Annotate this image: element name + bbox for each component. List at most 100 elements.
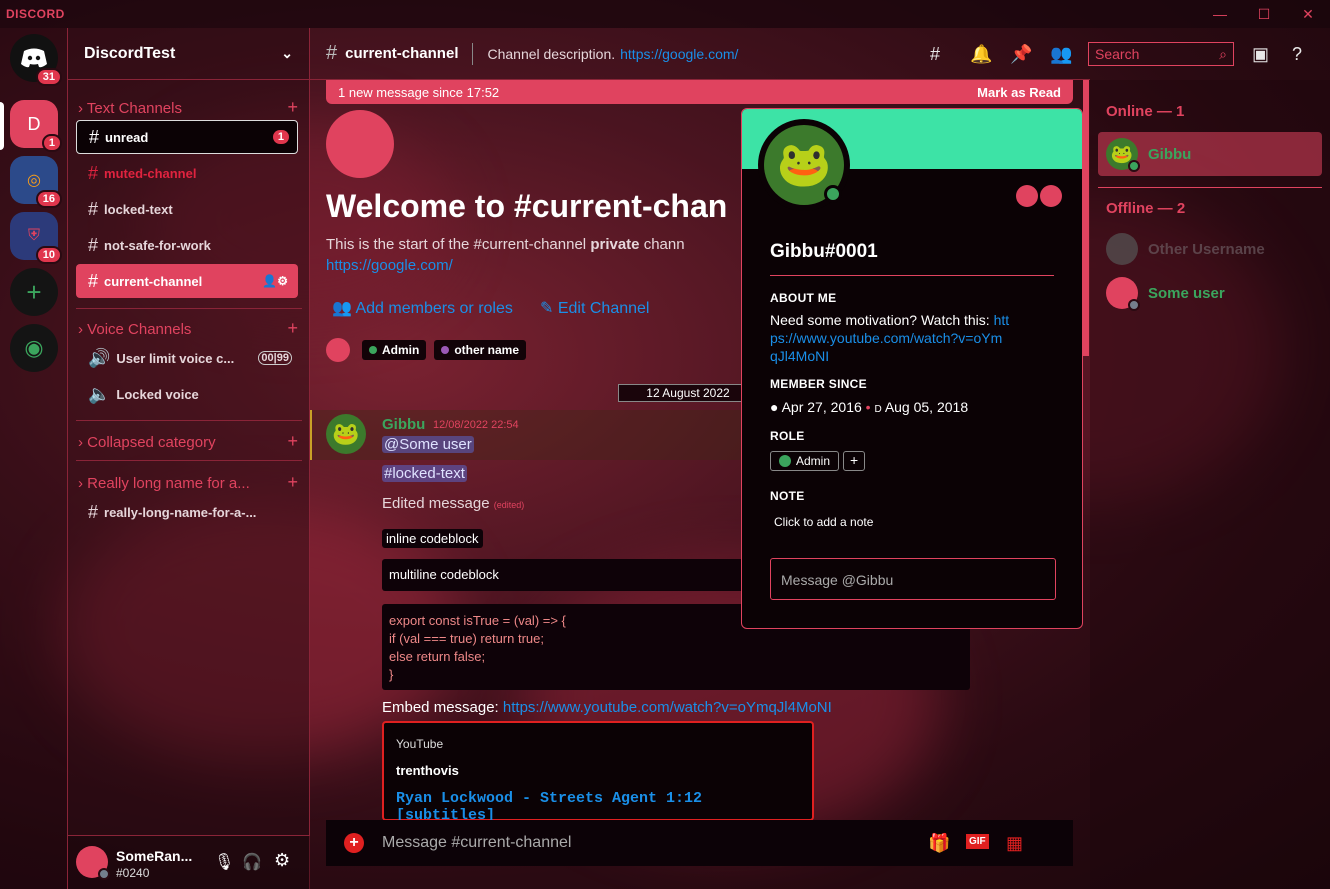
about-text: Need some motivation? Watch this: https:…	[770, 312, 1010, 364]
gift-icon[interactable]: 🎁	[928, 833, 950, 854]
home-button[interactable]: 31	[10, 34, 62, 86]
scrollbar[interactable]	[1083, 80, 1089, 356]
date-divider: 12 August 2022	[618, 384, 758, 402]
online-header: Online — 1	[1106, 103, 1185, 120]
embed-link[interactable]: https://www.youtube.com/watch?v=oYmqJl4M…	[503, 699, 832, 716]
avatar: 🐸	[1106, 138, 1140, 172]
member-gibbu[interactable]: 🐸 Gibbu	[1098, 132, 1322, 176]
channel-icon	[326, 110, 394, 178]
message-author[interactable]: Gibbu	[382, 416, 425, 433]
channel-locked-text[interactable]: # locked-text	[76, 192, 298, 226]
overwatch-icon: ◎	[27, 172, 41, 189]
add-role-button[interactable]: +	[843, 451, 866, 471]
welcome-link[interactable]: https://google.com/	[326, 257, 453, 274]
bell-icon[interactable]: 🔔	[970, 44, 992, 65]
new-messages-bar[interactable]: 1 new message since 17:52 Mark as Read	[326, 80, 1073, 104]
add-server-button[interactable]: +	[10, 268, 58, 316]
category-collapsed[interactable]: › Collapsed category +	[78, 432, 298, 451]
server-discordtest[interactable]: D 1	[10, 100, 62, 152]
inbox-icon[interactable]: ▣	[1252, 44, 1269, 65]
member-since: ● Apr 27, 2016 • D Aug 05, 2018	[770, 399, 969, 415]
edited-message: Edited message (edited)	[382, 495, 525, 512]
embed: YouTube trenthovis Ryan Lockwood - Stree…	[382, 721, 814, 824]
description-link[interactable]: https://google.com/	[620, 46, 738, 62]
voice-channel-limit[interactable]: 🔊 User limit voice c... 00|99	[76, 341, 298, 375]
roles-row: Admin other name	[326, 338, 534, 362]
discord-icon	[21, 48, 47, 68]
member-some-user[interactable]: Some user	[1098, 271, 1322, 315]
channel-name: current-channel	[345, 45, 459, 62]
badges	[1016, 185, 1062, 207]
message-composer[interactable]: + Message #current-channel 🎁 GIF ▦	[326, 820, 1073, 866]
discord-logo: DISCORD	[6, 7, 65, 21]
avatar[interactable]	[76, 846, 110, 880]
add-members-button[interactable]: 👥 Add members or roles	[332, 298, 513, 318]
role-title: ROLE	[770, 429, 805, 443]
channel-unread[interactable]: # unread 1	[76, 120, 298, 154]
edit-channel-button[interactable]: ✎ Edit Channel	[540, 298, 649, 318]
category-text[interactable]: › Text Channels +	[78, 98, 298, 117]
embed-message: Embed message: https://www.youtube.com/w…	[382, 699, 832, 716]
sticker-icon[interactable]: ▦	[1006, 833, 1023, 854]
mention-highlight	[310, 410, 742, 460]
minimize-icon[interactable]: —	[1210, 4, 1230, 24]
server-guild[interactable]: ⛨ 10	[10, 212, 62, 264]
member-other[interactable]: Other Username	[1098, 227, 1322, 271]
message-user-input[interactable]: Message @Gibbu	[770, 558, 1056, 600]
category-voice[interactable]: › Voice Channels +	[78, 319, 298, 338]
shield-icon: ⛨	[27, 227, 40, 244]
inline-code: inline codeblock	[382, 529, 483, 548]
help-icon[interactable]: ?	[1292, 44, 1302, 65]
channel-mention[interactable]: #locked-text	[382, 465, 467, 482]
avatar[interactable]: 🐸	[758, 119, 850, 211]
role-admin[interactable]: Admin	[770, 451, 840, 471]
headphones-icon[interactable]: 🎧	[242, 852, 262, 872]
channel-muted[interactable]: # muted-channel	[76, 156, 298, 190]
avatar	[1106, 233, 1138, 265]
member-since-title: MEMBER SINCE	[770, 377, 867, 391]
add-channel-icon[interactable]: +	[287, 98, 298, 117]
channel-nsfw[interactable]: # not-safe-for-work	[76, 228, 298, 262]
server-badge: 1	[41, 134, 62, 152]
add-channel-icon[interactable]: +	[287, 432, 298, 451]
channel-current[interactable]: # current-channel 👤⚙	[76, 264, 298, 298]
active-pill	[0, 102, 4, 150]
user-mention[interactable]: @Some user	[382, 436, 474, 453]
server-label: D	[27, 113, 41, 134]
upload-icon[interactable]: +	[344, 833, 364, 853]
server-badge: 16	[35, 190, 62, 208]
channel-long[interactable]: # really-long-name-for-a-...	[76, 495, 298, 529]
add-channel-icon[interactable]: +	[287, 319, 298, 338]
maximize-icon[interactable]: ☐	[1254, 4, 1274, 24]
members-icon[interactable]: 👥	[1050, 44, 1072, 65]
role-other[interactable]: other name	[434, 340, 527, 360]
new-messages-text: 1 new message since 17:52	[338, 84, 500, 100]
unread-badge: 1	[272, 130, 289, 144]
hash-icon: #	[326, 42, 338, 64]
message-input[interactable]: Message #current-channel	[382, 834, 571, 852]
category-long[interactable]: › Really long name for a... +	[78, 473, 298, 492]
guild-header[interactable]: DiscordTest ⌄	[68, 28, 309, 80]
avatar[interactable]: 🐸	[326, 414, 366, 454]
embed-title[interactable]: Ryan Lockwood - Streets Agent 1:12 [subt…	[396, 790, 800, 824]
title-bar: DISCORD — ☐ ✕	[0, 0, 1330, 28]
server-list: 31 D 1 ◎ 16 ⛨ 10 + ◉	[0, 28, 68, 889]
threads-icon[interactable]: #	[930, 44, 940, 65]
close-icon[interactable]: ✕	[1298, 4, 1318, 24]
search-input[interactable]: Search ⌕	[1088, 42, 1234, 66]
add-channel-icon[interactable]: +	[287, 473, 298, 492]
microphone-icon[interactable]: 🎙	[214, 852, 234, 872]
message-line: @Some user	[382, 436, 474, 453]
mark-as-read-button[interactable]: Mark as Read	[977, 85, 1061, 100]
role-admin[interactable]: Admin	[362, 340, 427, 360]
server-folder[interactable]: ◎ 16	[10, 156, 62, 208]
voice-channel-locked[interactable]: 🔈 Locked voice	[76, 377, 298, 411]
settings-icon[interactable]: ⚙	[274, 850, 290, 871]
invite-icon[interactable]: 👤⚙	[262, 274, 288, 288]
avatar	[1106, 277, 1140, 311]
welcome-title: Welcome to #current-chan	[326, 188, 728, 224]
pin-icon[interactable]: 📌	[1010, 44, 1032, 65]
gif-icon[interactable]: GIF	[966, 834, 989, 849]
note-input[interactable]: Click to add a note	[774, 515, 873, 529]
explore-button[interactable]: ◉	[10, 324, 58, 372]
